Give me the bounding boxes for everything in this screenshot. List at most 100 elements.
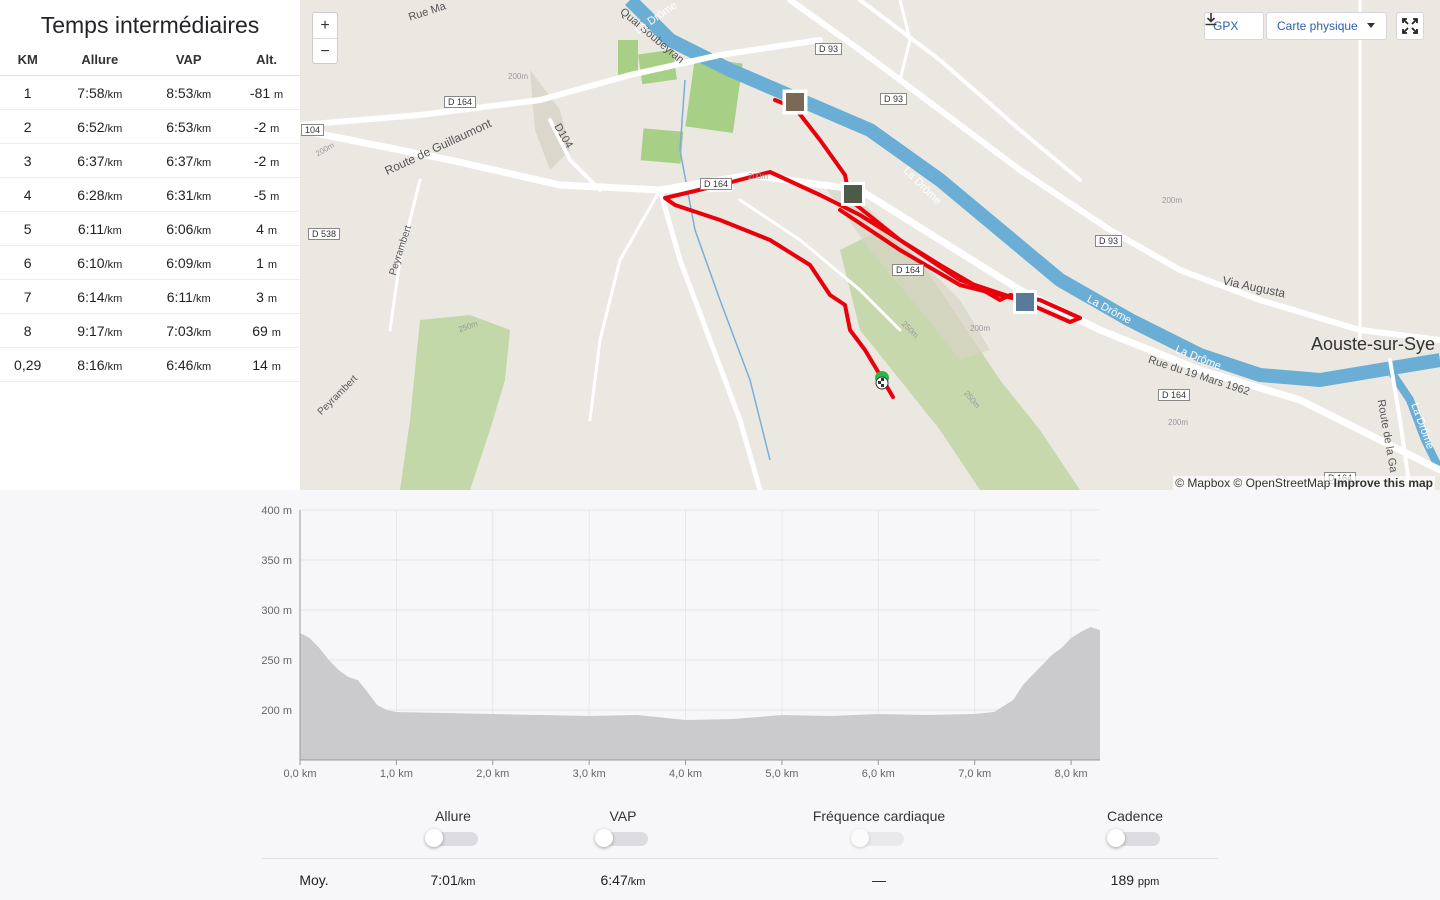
x-tick-label: 4,0 km (669, 768, 702, 780)
split-allure: 7:58/km (55, 75, 145, 110)
park (640, 128, 684, 164)
split-alt: 69 m (233, 313, 300, 348)
split-km: 5 (0, 211, 56, 246)
split-row[interactable]: 2 6:52/km 6:53/km -2 m (0, 109, 300, 144)
x-tick-label: 6,0 km (862, 768, 895, 780)
split-vap: 6:46/km (144, 347, 234, 382)
split-row[interactable]: 7 6:14/km 6:11/km 3 m (0, 279, 300, 314)
download-icon (1205, 13, 1217, 26)
park (618, 40, 638, 75)
y-tick-label: 250 m (261, 655, 292, 667)
contour-label: 200m (1168, 418, 1189, 427)
chevron-down-icon (1367, 23, 1376, 28)
split-allure: 9:17/km (55, 313, 145, 348)
moy-vap-unit: /km (627, 876, 646, 888)
map-type-select[interactable]: Carte physique (1266, 12, 1387, 40)
split-alt: -81 m (233, 75, 300, 110)
split-vap: 7:03/km (144, 313, 234, 348)
y-tick-label: 400 m (261, 505, 292, 517)
split-allure: 6:52/km (55, 109, 145, 144)
x-tick-label: 3,0 km (573, 768, 606, 780)
split-vap: 6:09/km (144, 245, 234, 280)
y-tick-label: 200 m (261, 705, 292, 717)
x-tick-label: 1,0 km (380, 768, 413, 780)
zoom-control: + − (312, 12, 338, 64)
split-row[interactable]: 3 6:37/km 6:37/km -2 m (0, 143, 300, 178)
moy-cadence-value: 189 (1110, 872, 1135, 888)
split-row[interactable]: 1 7:58/km 8:53/km -81 m (0, 75, 300, 110)
road-shield: D 93 (1095, 235, 1123, 247)
split-alt: -2 m (233, 143, 300, 178)
split-km: 2 (0, 109, 56, 144)
cadence-toggle[interactable] (1107, 829, 1160, 847)
splits-table: KM Allure VAP Alt. 1 7:58/km 8:53/km -81 m2… (0, 44, 300, 382)
stat-label-cadence: Cadence (1106, 808, 1164, 824)
split-row[interactable]: 0,29 8:16/km 6:46/km 14 m (0, 347, 300, 382)
split-vap: 8:53/km (144, 75, 234, 110)
header-alt: Alt. (233, 44, 300, 76)
x-tick-label: 5,0 km (765, 768, 798, 780)
header-allure: Allure (55, 44, 145, 76)
moy-fc-value: — (872, 872, 886, 888)
map-attribution: © Mapbox © OpenStreetMap Improve this ma… (1173, 476, 1435, 490)
road-shield: D 164 (444, 96, 477, 108)
split-km: 0,29 (0, 347, 56, 382)
split-alt: -2 m (233, 109, 300, 144)
split-allure: 6:14/km (55, 279, 145, 314)
header-km: KM (0, 44, 56, 76)
split-vap: 6:11/km (144, 279, 234, 314)
gpx-download-button[interactable]: GPX (1204, 12, 1264, 40)
split-row[interactable]: 5 6:11/km 6:06/km 4 m (0, 211, 300, 246)
split-vap: 6:31/km (144, 177, 234, 212)
contour-label: 200m (748, 172, 769, 181)
split-allure: 6:10/km (55, 245, 145, 280)
split-row[interactable]: 4 6:28/km 6:31/km -5 m (0, 177, 300, 212)
improve-map-link[interactable]: Improve this map (1334, 476, 1433, 490)
map-type-label: Carte physique (1277, 19, 1358, 33)
split-vap: 6:53/km (144, 109, 234, 144)
stat-label-fc: Fréquence cardiaque (812, 808, 946, 824)
split-alt: 4 m (233, 211, 300, 246)
splits-panel: Temps intermédiaires KM Allure VAP Alt. … (0, 0, 300, 490)
vap-toggle[interactable] (595, 829, 648, 847)
road-shield: 104 (301, 124, 325, 136)
moy-vap: 6:47/km (523, 872, 723, 888)
zoom-out-button[interactable]: − (313, 39, 337, 64)
elevation-chart[interactable]: 400 m 350 m 300 m 250 m 200 m 0,0 km 1,0 km 2,0… (0, 490, 1440, 790)
attribution-text[interactable]: © Mapbox © OpenStreetMap (1175, 476, 1330, 490)
header-vap: VAP (144, 44, 234, 76)
moy-allure-unit: /km (457, 876, 476, 888)
moy-cadence: 189 ppm (1035, 872, 1235, 888)
moy-allure-value: 7:01 (430, 872, 458, 888)
elevation-chart-svg[interactable]: 400 m 350 m 300 m 250 m 200 m 0,0 km 1,0 km 2,0… (0, 490, 1440, 790)
splits-header-row: KM Allure VAP Alt. (0, 44, 300, 76)
allure-toggle[interactable] (425, 829, 478, 847)
road-shield: D 164 (892, 264, 925, 276)
zoom-in-button[interactable]: + (313, 13, 337, 39)
elevation-area (300, 627, 1100, 760)
split-allure: 8:16/km (55, 347, 145, 382)
contour-label: 200m (970, 324, 991, 333)
split-alt: 1 m (233, 245, 300, 280)
split-km: 4 (0, 177, 56, 212)
split-km: 6 (0, 245, 56, 280)
route-map[interactable]: Rue Ma Quai Soubeyran La Drôme La Drôme … (300, 0, 1440, 490)
contour-label: 200m (508, 72, 529, 81)
split-alt: 3 m (233, 279, 300, 314)
split-allure: 6:37/km (55, 143, 145, 178)
stat-label-vap: VAP (609, 808, 637, 824)
contour-label: 200m (1162, 196, 1183, 205)
x-tick-label: 8,0 km (1055, 768, 1088, 780)
split-row[interactable]: 6 6:10/km 6:09/km 1 m (0, 245, 300, 280)
map-canvas[interactable] (300, 0, 1440, 490)
fullscreen-button[interactable] (1396, 12, 1424, 40)
split-row[interactable]: 8 9:17/km 7:03/km 69 m (0, 313, 300, 348)
split-vap: 6:37/km (144, 143, 234, 178)
fc-toggle (851, 829, 904, 847)
x-tick-label: 0,0 km (283, 768, 316, 780)
split-alt: 14 m (233, 347, 300, 382)
splits-title: Temps intermédiaires (40, 12, 260, 38)
moy-vap-value: 6:47 (600, 872, 628, 888)
split-allure: 6:28/km (55, 177, 145, 212)
fullscreen-icon (1402, 18, 1418, 34)
